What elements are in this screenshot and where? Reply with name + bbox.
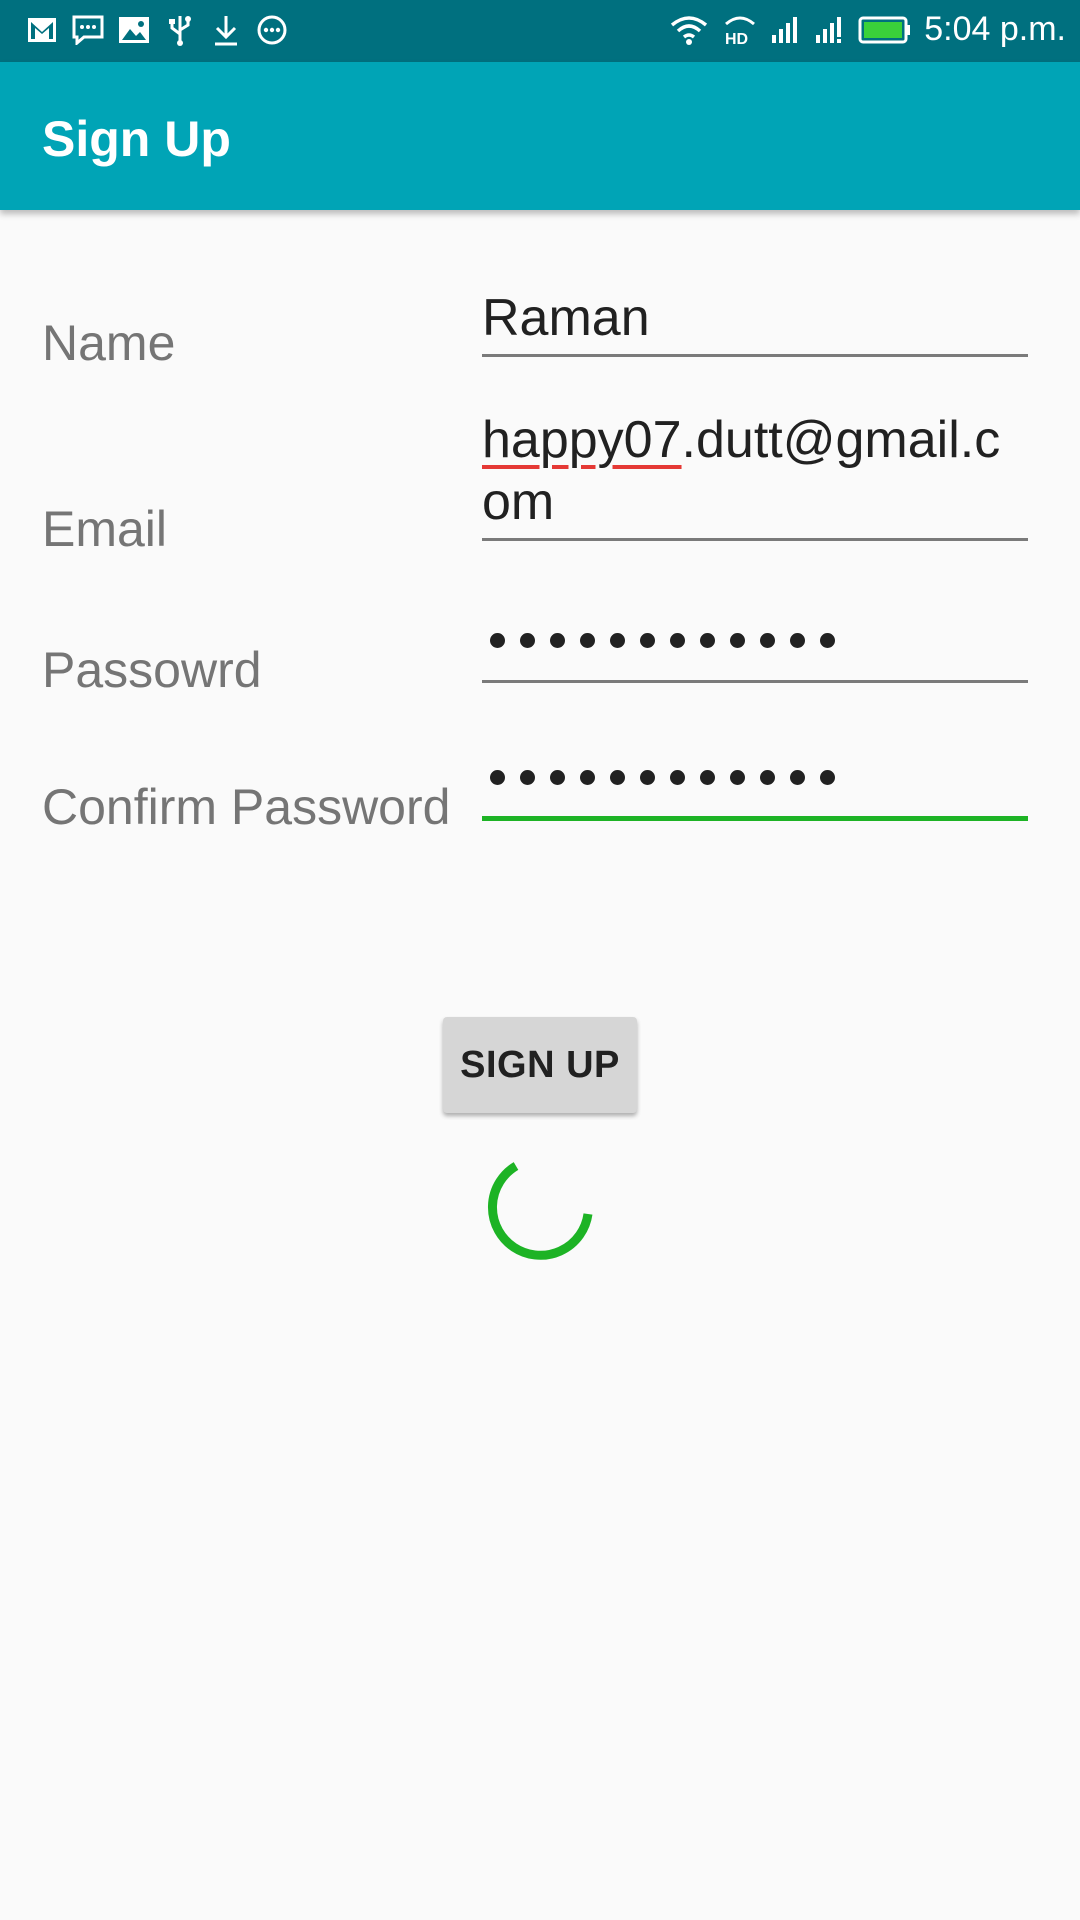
mask-dot <box>580 770 595 785</box>
mask-dot <box>490 633 505 648</box>
app-bar: Sign Up <box>0 62 1080 210</box>
image-icon <box>118 12 150 48</box>
mask-dot <box>760 633 775 648</box>
mask-dot <box>820 633 835 648</box>
mask-dot <box>550 770 565 785</box>
mask-dot <box>490 770 505 785</box>
name-value: Raman <box>482 289 650 347</box>
mask-dot <box>670 770 685 785</box>
email-value-misspelled: happy07 <box>482 411 682 469</box>
confirm-password-label: Confirm Password <box>42 779 451 835</box>
mask-dot <box>610 770 625 785</box>
page-title: Sign Up <box>42 111 231 167</box>
name-field[interactable]: Raman <box>482 280 1028 357</box>
status-clock: 5:04 p.m. <box>924 10 1066 48</box>
signal-icon <box>814 12 846 48</box>
spinner-arc <box>487 1162 593 1260</box>
mask-dot <box>700 633 715 648</box>
name-label: Name <box>42 315 176 371</box>
mask-dot <box>640 633 655 648</box>
password-masked-value <box>490 633 835 648</box>
mask-dot <box>790 770 805 785</box>
signal-icon <box>770 12 802 48</box>
mask-dot <box>610 633 625 648</box>
notification-icons <box>26 12 288 48</box>
gmail-icon <box>26 12 58 48</box>
sign-up-button[interactable]: SIGN UP <box>443 1017 637 1113</box>
status-bar: HD 5:04 p.m. <box>0 0 1080 62</box>
password-label: Passowrd <box>42 642 262 698</box>
usb-icon <box>164 12 196 48</box>
loading-spinner <box>482 1152 598 1273</box>
system-icons: HD 5:04 p.m. <box>668 10 1066 49</box>
mask-dot <box>790 633 805 648</box>
mask-dot <box>550 633 565 648</box>
mask-dot <box>760 770 775 785</box>
wifi-icon <box>668 12 710 48</box>
message-icon <box>72 12 104 48</box>
confirm-password-field[interactable] <box>482 740 1028 821</box>
more-icon <box>256 12 288 48</box>
email-value-rest: .dutt@gmail.c <box>681 411 1001 469</box>
password-field[interactable] <box>482 600 1028 683</box>
hd-call-icon: HD <box>722 12 758 48</box>
mask-dot <box>580 633 595 648</box>
mask-dot <box>730 633 745 648</box>
mask-dot <box>640 770 655 785</box>
email-field[interactable]: happy07.dutt@gmail.c om <box>482 405 1028 541</box>
mask-dot <box>520 770 535 785</box>
mask-dot <box>820 770 835 785</box>
download-icon <box>210 12 242 48</box>
svg-text:HD: HD <box>725 31 748 46</box>
email-value-line2: om <box>482 473 555 531</box>
mask-dot <box>520 633 535 648</box>
email-label: Email <box>42 501 168 557</box>
confirm-password-masked-value <box>490 770 835 785</box>
battery-icon <box>858 12 912 48</box>
mask-dot <box>700 770 715 785</box>
mask-dot <box>730 770 745 785</box>
email-value: happy07.dutt@gmail.c om <box>482 409 1000 533</box>
mask-dot <box>670 633 685 648</box>
